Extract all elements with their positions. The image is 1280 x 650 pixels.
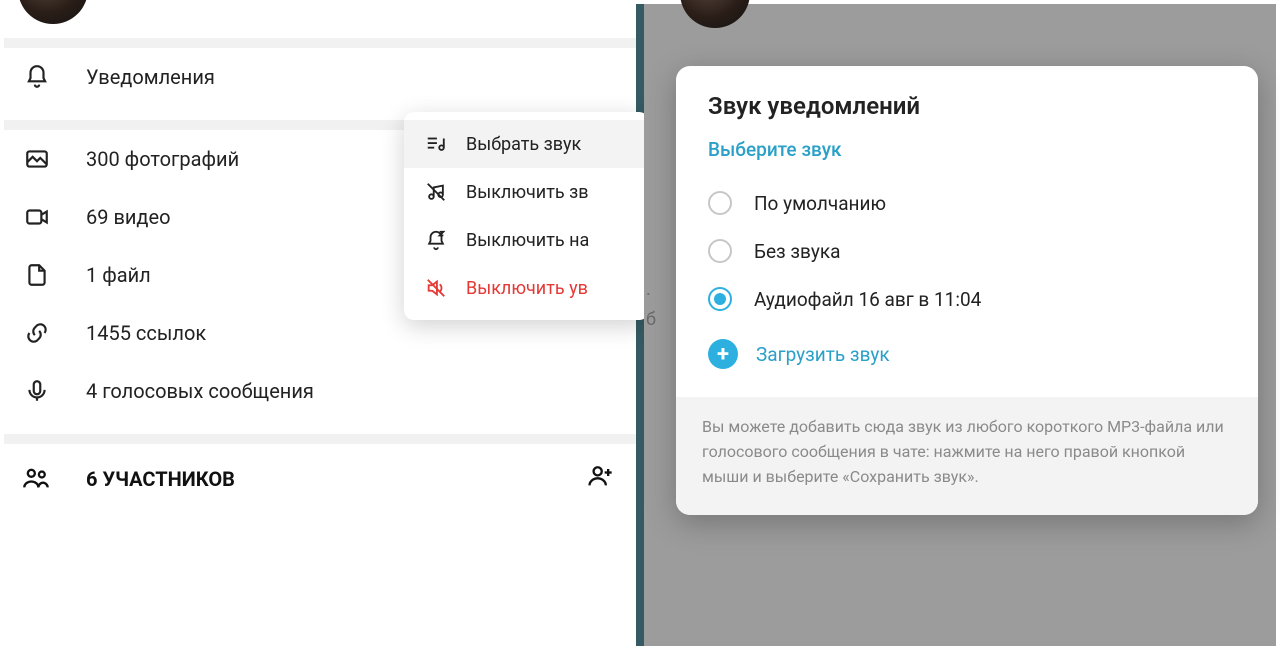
bg-text-fragment: б xyxy=(646,309,656,330)
menu-disable-notifications[interactable]: Выключить ув xyxy=(404,264,649,312)
voice-row[interactable]: 4 голосовых сообщения xyxy=(4,362,636,420)
divider xyxy=(4,38,636,48)
upload-label: Загрузить звук xyxy=(756,343,890,366)
music-list-icon xyxy=(424,132,448,156)
radio-icon xyxy=(708,239,732,263)
divider xyxy=(4,434,636,444)
radio-default[interactable]: По умолчанию xyxy=(708,179,1226,227)
bell-snooze-icon xyxy=(424,228,448,252)
photos-label: 300 фотографий xyxy=(86,147,239,171)
radio-icon xyxy=(708,287,732,311)
notifications-label: Уведомления xyxy=(86,65,215,89)
link-icon xyxy=(22,318,52,348)
file-icon xyxy=(22,260,52,290)
modal-backdrop: . б Звук уведомлений Выберите звук По ум… xyxy=(644,4,1276,646)
bell-icon xyxy=(22,62,52,92)
add-member-icon[interactable] xyxy=(586,462,614,495)
menu-label: Выбрать звук xyxy=(466,134,581,155)
members-row: 6 УЧАСТНИКОВ xyxy=(4,444,636,513)
radio-label: По умолчанию xyxy=(754,192,886,215)
video-icon xyxy=(22,202,52,232)
menu-select-sound[interactable]: Выбрать звук xyxy=(404,120,649,168)
sound-settings-modal: Звук уведомлений Выберите звук По умолча… xyxy=(676,66,1258,515)
people-icon xyxy=(22,464,52,494)
radio-silent[interactable]: Без звука xyxy=(708,227,1226,275)
modal-subtitle: Выберите звук xyxy=(708,138,1226,161)
menu-label: Выключить ув xyxy=(466,278,588,299)
chat-info-panel: Уведомления 300 фотографий 69 видео 1 фа… xyxy=(4,4,644,646)
image-icon xyxy=(22,144,52,174)
voice-label: 4 голосовых сообщения xyxy=(86,379,314,403)
menu-mute-for[interactable]: Выключить на xyxy=(404,216,649,264)
videos-label: 69 видео xyxy=(86,205,171,229)
radio-label: Без звука xyxy=(754,240,840,263)
members-label: 6 УЧАСТНИКОВ xyxy=(86,467,235,491)
files-label: 1 файл xyxy=(86,263,151,287)
mute-icon xyxy=(424,276,448,300)
bg-text-fragment: . xyxy=(646,279,651,300)
music-off-icon xyxy=(424,180,448,204)
modal-help-text: Вы можете добавить сюда звук из любого к… xyxy=(676,397,1258,515)
notifications-row[interactable]: Уведомления xyxy=(4,48,636,106)
links-label: 1455 ссылок xyxy=(86,321,206,345)
avatar xyxy=(680,0,750,28)
notifications-context-menu: Выбрать звук Выключить зв Выключить на В… xyxy=(404,112,649,320)
radio-icon xyxy=(708,191,732,215)
mic-icon xyxy=(22,376,52,406)
menu-mute-sound[interactable]: Выключить зв xyxy=(404,168,649,216)
menu-label: Выключить зв xyxy=(466,182,589,203)
menu-label: Выключить на xyxy=(466,230,589,251)
plus-icon: + xyxy=(708,339,738,369)
upload-sound-button[interactable]: + Загрузить звук xyxy=(708,323,1226,379)
modal-title: Звук уведомлений xyxy=(708,92,1226,120)
radio-label: Аудиофайл 16 авг в 11:04 xyxy=(754,288,981,311)
avatar[interactable] xyxy=(18,0,88,24)
radio-audiofile[interactable]: Аудиофайл 16 авг в 11:04 xyxy=(708,275,1226,323)
